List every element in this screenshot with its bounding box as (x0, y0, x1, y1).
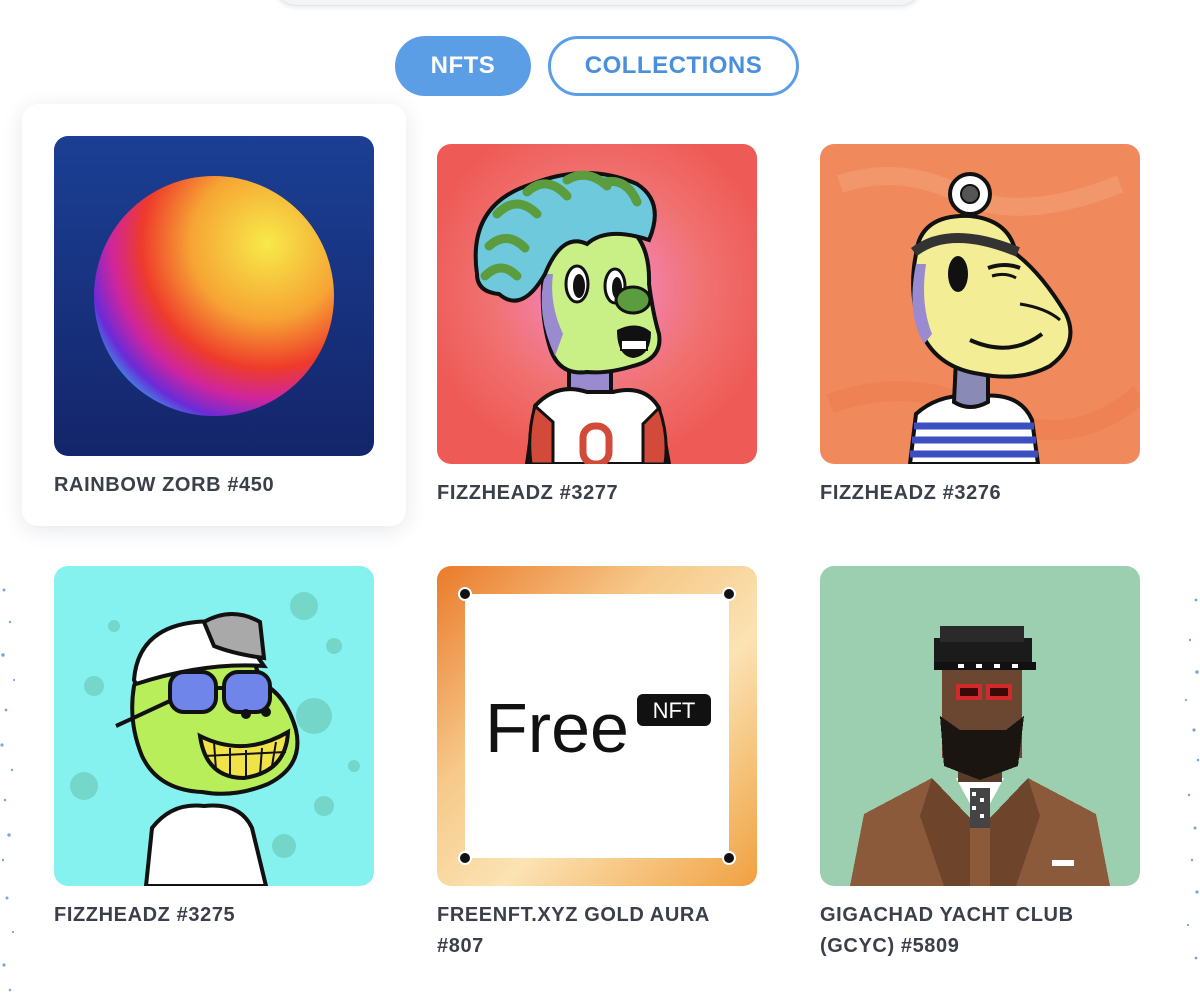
nft-card[interactable]: FIZZHEADZ #3275 (54, 566, 374, 931)
nft-title: RAINBOW ZORB #450 (54, 474, 275, 496)
nft-image[interactable] (54, 136, 374, 456)
nft-card[interactable]: RAINBOW ZORB #450 (54, 136, 374, 501)
tab-nfts[interactable]: NFTS (395, 36, 531, 96)
nft-title: GIGACHAD YACHT CLUB (GCYC) #5809 (820, 904, 1074, 957)
nft-card[interactable]: Free NFT FREENFT.XYZ GOLD AURA #807 (437, 566, 757, 962)
freenft-logo-text: Free (485, 689, 629, 767)
decorative-dots (0, 588, 16, 992)
nft-card[interactable]: FIZZHEADZ #3277 (437, 144, 757, 509)
nft-image[interactable] (820, 566, 1140, 886)
nft-image[interactable] (437, 144, 757, 464)
nft-title: FIZZHEADZ #3277 (437, 482, 619, 504)
tab-collections[interactable]: COLLECTIONS (548, 36, 799, 96)
decorative-dots (1184, 598, 1200, 960)
nft-image[interactable]: Free NFT (437, 566, 757, 886)
nft-image[interactable] (820, 144, 1140, 464)
freenft-badge-text: NFT (653, 698, 696, 723)
nft-card[interactable]: FIZZHEADZ #3276 (820, 144, 1140, 509)
nft-title: FIZZHEADZ #3276 (820, 482, 1002, 504)
nft-image[interactable] (54, 566, 374, 886)
nft-title: FREENFT.XYZ GOLD AURA #807 (437, 904, 710, 957)
search-bar[interactable] (272, 0, 924, 6)
nft-card[interactable]: GIGACHAD YACHT CLUB (GCYC) #5809 (820, 566, 1140, 962)
nft-title: FIZZHEADZ #3275 (54, 904, 236, 926)
